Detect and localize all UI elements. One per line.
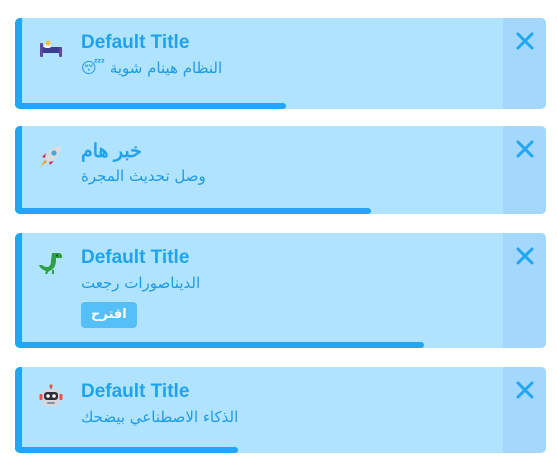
- toast-title: Default Title: [81, 247, 190, 268]
- close-button[interactable]: [514, 138, 536, 160]
- close-button[interactable]: [514, 379, 536, 401]
- toast-accent-bar: [15, 126, 22, 214]
- toast-progress-bar: [15, 208, 371, 214]
- notification-toast: Default Title الذكاء الاصطناعي بيضحك: [15, 367, 546, 453]
- close-icon[interactable]: [516, 381, 534, 399]
- notification-toast: خبر هام وصل تحديث المجرة: [15, 126, 546, 214]
- robot-icon: [37, 383, 65, 411]
- notification-toast: Default Title النظام هينام شوية 😴: [15, 18, 546, 109]
- close-icon[interactable]: [516, 32, 534, 50]
- notification-toast: Default Title الديناصورات رجعت اقترح: [15, 233, 546, 348]
- toast-accent-bar: [15, 367, 22, 453]
- toast-accent-bar: [15, 233, 22, 348]
- toast-message: الديناصورات رجعت: [81, 274, 201, 292]
- toast-progress-bar: [15, 342, 424, 348]
- close-icon[interactable]: [516, 140, 534, 158]
- toast-message: النظام هينام شوية 😴: [81, 59, 223, 77]
- toast-title: خبر هام: [81, 141, 142, 162]
- toast-title: Default Title: [81, 381, 190, 402]
- rocket-icon: [37, 142, 65, 170]
- close-button[interactable]: [514, 245, 536, 267]
- toast-accent-bar: [15, 18, 22, 109]
- dinosaur-icon: [37, 249, 65, 277]
- toast-progress-bar: [15, 447, 239, 453]
- bed-icon: [37, 34, 65, 62]
- suggest-button[interactable]: اقترح: [81, 302, 137, 328]
- toast-message: الذكاء الاصطناعي بيضحك: [81, 408, 239, 426]
- toast-progress-bar: [15, 103, 286, 109]
- close-icon[interactable]: [516, 247, 534, 265]
- toast-message: وصل تحديث المجرة: [81, 167, 206, 185]
- toast-title: Default Title: [81, 32, 190, 53]
- close-button[interactable]: [514, 30, 536, 52]
